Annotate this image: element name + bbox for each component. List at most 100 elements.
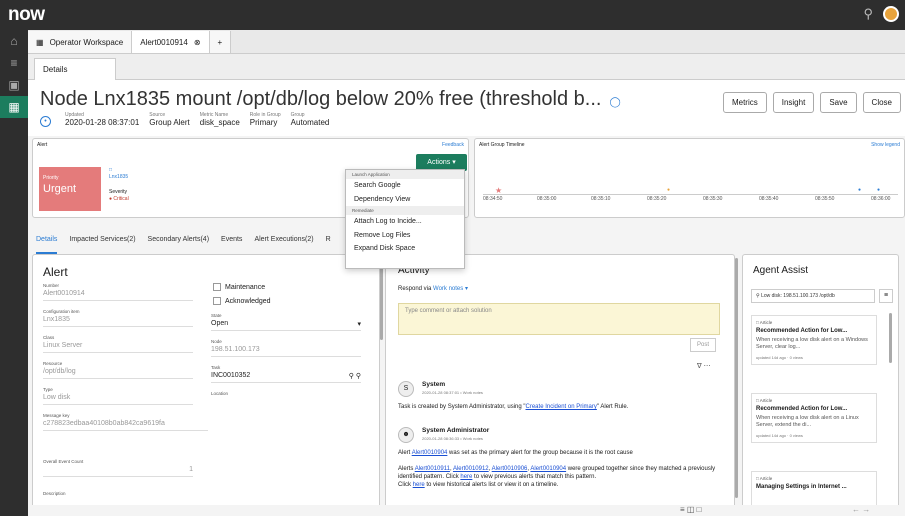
tag-icon[interactable]: ◯ xyxy=(609,97,620,108)
respond-via[interactable]: Respond via Work notes ▾ xyxy=(398,285,468,292)
meta-value: 2020-01-28 08:37:01 xyxy=(65,118,140,127)
event-count-field[interactable]: Overall Event Count 1 xyxy=(43,459,193,477)
ci-link[interactable]: □ Lnx1835 xyxy=(109,167,128,181)
panel-title: Alert xyxy=(37,142,48,148)
alert-form: Alert Number Alert0010914 Configuration i… xyxy=(32,254,380,516)
article-card[interactable]: □ Article Recommended Action for Low... … xyxy=(751,315,877,365)
filter-icon[interactable]: ∇ ⋯ xyxy=(697,362,711,370)
node-field[interactable]: Node 198.51.100.173 xyxy=(211,339,361,357)
timeline-marker[interactable]: ● xyxy=(858,187,861,193)
maintenance-checkbox[interactable]: Maintenance xyxy=(213,283,265,291)
star-marker-icon[interactable]: ★ xyxy=(495,186,502,195)
feedback-link[interactable]: Feedback xyxy=(442,142,464,148)
close-button[interactable]: Close xyxy=(862,92,901,113)
menu-item-attach-log[interactable]: Attach Log to Incide... xyxy=(346,215,464,229)
state-select[interactable]: State Open ▾ xyxy=(211,313,361,331)
timeline-tick: 08:34:50 xyxy=(483,196,503,202)
list-icon[interactable]: ≡ xyxy=(0,52,28,74)
close-tab-icon[interactable]: ⊗ xyxy=(194,38,201,47)
layout-icon[interactable]: ≡ ◫ □ xyxy=(680,505,702,514)
tab-label: Alert0010914 xyxy=(140,37,188,47)
tab-events[interactable]: Events xyxy=(221,236,242,254)
top-navigation-bar: now ⚲ xyxy=(0,0,905,30)
type-field[interactable]: Type Low disk xyxy=(43,387,193,405)
brand-logo[interactable]: now xyxy=(0,4,45,26)
message-key-field[interactable]: Message key c278823edbaa40108b0ab842ca961… xyxy=(43,413,208,431)
alert-link[interactable]: Alert0010904 xyxy=(530,466,566,472)
article-card[interactable]: □ Article Recommended Action for Low... … xyxy=(751,393,877,443)
comment-input[interactable]: Type comment or attach solution xyxy=(398,303,720,335)
alert-link[interactable]: Alert0010911 xyxy=(415,466,450,472)
tab-details[interactable]: Details xyxy=(36,236,58,254)
here-link[interactable]: here xyxy=(413,482,425,488)
scrollbar[interactable] xyxy=(735,258,738,498)
tab-alert[interactable]: Alert0010914 ⊗ xyxy=(132,31,210,53)
task-field[interactable]: Task INC0010352 ⚲ ⚲ xyxy=(211,365,361,383)
avatar: S xyxy=(398,381,414,397)
acknowledged-checkbox[interactable]: Acknowledged xyxy=(213,297,271,305)
menu-section-remediate: Remediate xyxy=(346,206,464,215)
scrollbar[interactable] xyxy=(380,260,383,340)
class-field[interactable]: Class Linux Server xyxy=(43,335,193,353)
search-icon[interactable]: ⚲ ⚲ xyxy=(349,372,361,380)
timeline-tick: 08:35:20 xyxy=(647,196,667,202)
agent-assist-title: Agent Assist xyxy=(753,265,809,276)
alert-link[interactable]: Alert0010904 xyxy=(412,450,448,456)
workspace-icon[interactable]: ▦ xyxy=(0,96,28,118)
timeline-tick: 08:35:00 xyxy=(537,196,557,202)
checkbox[interactable] xyxy=(213,297,221,305)
timeline-marker[interactable]: ● xyxy=(877,187,880,193)
severity-label: Severity xyxy=(109,189,128,195)
show-legend-link[interactable]: Show legend xyxy=(871,142,900,148)
checkbox[interactable] xyxy=(213,283,221,291)
bottom-toolbar: ≡ ◫ □ ← → xyxy=(28,505,905,516)
meta-value: Automated xyxy=(290,118,330,127)
tab-operator-workspace[interactable]: ▦ Operator Workspace xyxy=(28,31,133,53)
resource-field[interactable]: Resource/opt/db/log xyxy=(43,361,193,379)
tab-impacted-services[interactable]: Impacted Services(2) xyxy=(69,236,135,254)
activity-entry: S System 2020-01-28 08:37:01 • Work note… xyxy=(398,381,629,410)
activity-entry: ☻ System Administrator 2020-01-28 08:36:… xyxy=(398,427,716,488)
save-button[interactable]: Save xyxy=(820,92,857,113)
page-title: Node Lnx1835 mount /opt/db/log below 20%… xyxy=(40,88,621,110)
caret-down-icon: ▾ xyxy=(357,321,361,328)
menu-item-remove-log-files[interactable]: Remove Log Files xyxy=(346,229,464,243)
actions-menu: Launch Application Search Google Depende… xyxy=(345,169,465,269)
tab-label: Operator Workspace xyxy=(49,37,124,47)
alert-link[interactable]: Alert0010906 xyxy=(492,466,528,472)
alert-link[interactable]: Alert0010912 xyxy=(453,466,489,472)
menu-item-dependency-view[interactable]: Dependency View xyxy=(346,193,464,207)
timeline-marker[interactable]: ● xyxy=(667,187,670,193)
arrow-icon[interactable]: ← → xyxy=(852,505,870,514)
here-link[interactable]: here xyxy=(460,474,472,480)
location-field[interactable]: Location xyxy=(211,391,361,396)
severity-value: Critical xyxy=(113,196,129,202)
inbox-icon[interactable]: ▣ xyxy=(0,74,28,96)
tab-alert-executions[interactable]: Alert Executions(2) xyxy=(254,236,313,254)
tab-secondary-alerts[interactable]: Secondary Alerts(4) xyxy=(148,236,209,254)
meta-value: Group Alert xyxy=(149,118,190,127)
new-tab-button[interactable]: + xyxy=(209,31,232,53)
subtab-bar: Details xyxy=(28,54,905,80)
subtab-details[interactable]: Details xyxy=(34,58,116,80)
agent-assist-panel: Agent Assist ⚲ Low disk: 198.51.100.173 … xyxy=(742,254,899,516)
menu-item-search-google[interactable]: Search Google xyxy=(346,179,464,193)
number-field[interactable]: Number Alert0010914 xyxy=(43,283,193,301)
scrollbar[interactable] xyxy=(889,313,892,363)
menu-item-expand-disk-space[interactable]: Expand Disk Space xyxy=(346,242,464,256)
filter-icon[interactable]: ≡ xyxy=(879,289,893,303)
insight-button[interactable]: Insight xyxy=(772,92,815,113)
rule-link[interactable]: Create Incident on Primary xyxy=(526,404,597,410)
post-button[interactable]: Post xyxy=(690,338,717,352)
search-icon[interactable]: ⚲ xyxy=(863,6,873,22)
description-field[interactable]: Description xyxy=(43,491,193,496)
metrics-button[interactable]: Metrics xyxy=(722,92,767,113)
menu-section-launch: Launch Application xyxy=(346,170,464,179)
agent-search-input[interactable]: ⚲ Low disk: 198.51.100.173 /opt/db xyxy=(751,289,875,303)
user-avatar[interactable] xyxy=(883,6,899,22)
home-icon[interactable]: ⌂ xyxy=(0,30,28,52)
tab-related[interactable]: R xyxy=(326,236,331,254)
article-type: □ Article xyxy=(756,476,773,481)
ci-field[interactable]: Configuration item Lnx1835 xyxy=(43,309,193,327)
priority-card: Priority Urgent xyxy=(39,167,101,211)
